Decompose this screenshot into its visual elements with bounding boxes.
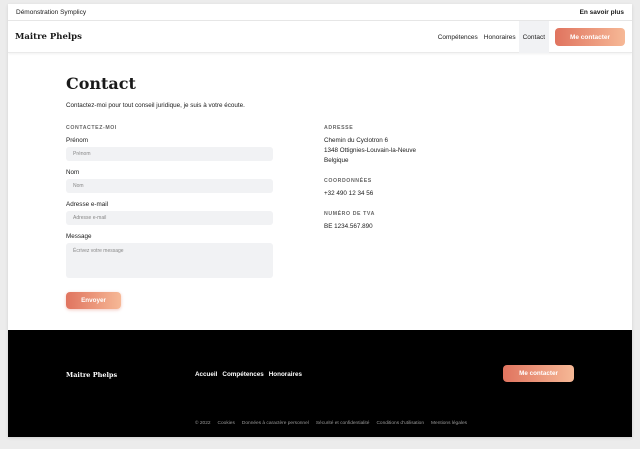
learn-more-link[interactable]: En savoir plus <box>580 9 624 16</box>
site-brand[interactable]: Maitre Phelps <box>15 32 82 42</box>
nav-links: Compétences Honoraires Contact Me contac… <box>435 21 632 53</box>
demo-banner: Démonstration Symplicy En savoir plus <box>8 4 632 21</box>
address-line: 1348 Ottignies-Louvain-la-Neuve <box>324 147 417 154</box>
legal-link-mentions[interactable]: Mentions légales <box>431 421 467 426</box>
address-label: ADRESSE <box>324 125 354 131</box>
browser-page: Démonstration Symplicy En savoir plus Ma… <box>8 4 632 437</box>
email-label: Adresse e-mail <box>66 201 108 208</box>
legal-link-security[interactable]: Sécurité et confidentialité <box>316 421 370 426</box>
contact-block: COORDONNÉES +32 490 12 34 56 <box>324 178 416 199</box>
lastname-placeholder: Nom <box>73 183 84 189</box>
legal-link-terms[interactable]: Conditions d'utilisation <box>376 421 424 426</box>
message-label: Message <box>66 233 92 240</box>
contact-info: ADRESSE Chemin du Cyclotron 6 1348 Ottig… <box>324 125 416 309</box>
top-navigation: Maitre Phelps Compétences Honoraires Con… <box>8 21 632 53</box>
contact-form: CONTACTEZ-MOI Prénom Prénom Nom Nom Adre… <box>66 125 324 309</box>
contact-details-label: COORDONNÉES <box>324 178 372 184</box>
page-title: Contact <box>66 74 136 93</box>
demo-title: Démonstration Symplicy <box>16 8 87 16</box>
footer-legal-links: © 2022 Cookies Données à caractère perso… <box>195 421 467 426</box>
legal-link-personal-data[interactable]: Données à caractère personnel <box>242 421 309 426</box>
footer-nav: Accueil Compétences Honoraires <box>195 371 302 378</box>
address-line: Chemin du Cyclotron 6 <box>324 137 389 144</box>
copyright: © 2022 <box>195 421 211 426</box>
site-footer: Maitre Phelps Accueil Compétences Honora… <box>8 330 632 437</box>
legal-link-cookies[interactable]: Cookies <box>218 421 235 426</box>
phone-number[interactable]: +32 490 12 34 56 <box>324 189 416 199</box>
footer-brand[interactable]: Maitre Phelps <box>66 371 117 379</box>
vat-number: BE 1234.567.890 <box>324 223 373 230</box>
message-placeholder: Écrivez votre message <box>73 248 124 254</box>
footer-contact-button[interactable]: Me contacter <box>503 365 574 382</box>
lastname-input[interactable]: Nom <box>66 179 273 193</box>
nav-link-competences[interactable]: Compétences <box>435 21 481 53</box>
nav-link-contact[interactable]: Contact <box>518 21 549 53</box>
address-line: Belgique <box>324 157 349 164</box>
vat-label: NUMÉRO DE TVA <box>324 211 375 217</box>
lastname-label: Nom <box>66 169 80 176</box>
footer-link-accueil[interactable]: Accueil <box>195 371 217 378</box>
main-content: Contact Contactez-moi pour tout conseil … <box>66 74 586 309</box>
footer-link-competences[interactable]: Compétences <box>222 371 263 378</box>
send-button[interactable]: Envoyer <box>66 292 121 309</box>
firstname-placeholder: Prénom <box>73 151 91 157</box>
content-columns: CONTACTEZ-MOI Prénom Prénom Nom Nom Adre… <box>66 125 586 309</box>
firstname-label: Prénom <box>66 137 89 144</box>
email-placeholder: Adresse e-mail <box>73 215 107 221</box>
email-input[interactable]: Adresse e-mail <box>66 211 273 225</box>
footer-link-honoraires[interactable]: Honoraires <box>269 371 302 378</box>
page-intro: Contactez-moi pour tout conseil juridiqu… <box>66 102 245 109</box>
firstname-input[interactable]: Prénom <box>66 147 273 161</box>
address-block: ADRESSE Chemin du Cyclotron 6 1348 Ottig… <box>324 125 416 166</box>
vat-block: NUMÉRO DE TVA BE 1234.567.890 <box>324 211 416 232</box>
nav-contact-button[interactable]: Me contacter <box>555 28 625 46</box>
nav-link-honoraires[interactable]: Honoraires <box>481 21 519 53</box>
form-section-label: CONTACTEZ-MOI <box>66 125 117 131</box>
message-textarea[interactable]: Écrivez votre message <box>66 243 273 278</box>
